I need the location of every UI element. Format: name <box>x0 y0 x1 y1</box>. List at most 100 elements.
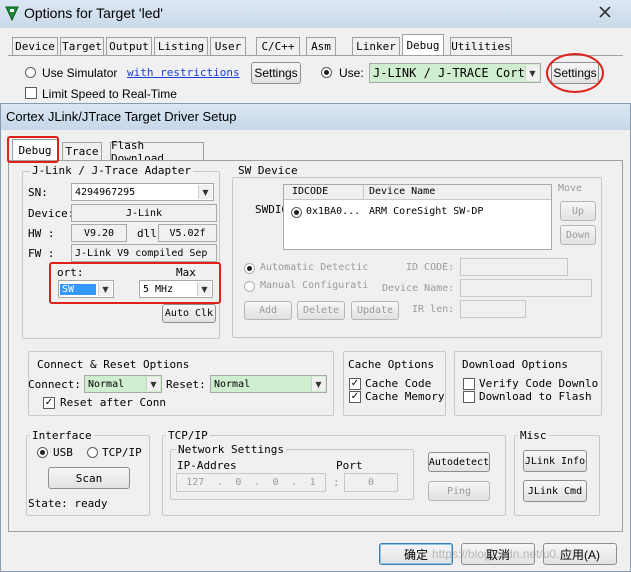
settings-simulator-button[interactable]: Settings <box>251 62 301 84</box>
close-icon[interactable] <box>590 3 620 21</box>
tab-user[interactable]: User <box>210 37 246 55</box>
verify-download-checkbox[interactable] <box>463 378 475 390</box>
debug-tab-highlight <box>7 136 59 163</box>
tab-output[interactable]: Output <box>106 37 152 55</box>
sw-device-group-label: SW Device <box>236 164 300 177</box>
setup-window-title: Cortex JLink/JTrace Target Driver Setup <box>6 109 237 124</box>
tcpip-radio[interactable] <box>87 447 98 458</box>
tcpip-radio-label: TCP/IP <box>102 446 142 459</box>
tab-device[interactable]: Device <box>12 37 58 55</box>
device-row-name: ARM CoreSight SW-DP <box>369 206 484 217</box>
dll-field: V5.02f <box>158 224 217 242</box>
setup-title-bar: Cortex JLink/JTrace Target Driver Setup <box>1 104 630 130</box>
auto-detect-label: Automatic Detectic <box>260 262 369 273</box>
autodetect-button[interactable]: Autodetect <box>428 452 490 472</box>
tab-debug[interactable]: Debug <box>402 34 444 55</box>
download-flash-label: Download to Flash <box>479 390 592 403</box>
adapter-group-label: J-Link / J-Trace Adapter <box>30 164 193 177</box>
jlink-cmd-button[interactable]: JLink Cmd <box>523 480 587 502</box>
cache-memory-label: Cache Memory <box>365 390 445 403</box>
port-speed-highlight <box>49 262 221 304</box>
delete-device-button[interactable]: Delete <box>297 301 345 320</box>
download-flash-checkbox[interactable] <box>463 391 475 403</box>
tcpip-group-label: TCP/IP <box>166 429 210 442</box>
tab-listing[interactable]: Listing <box>154 37 208 55</box>
ip-octet-1: 127 <box>186 477 205 488</box>
ip-address-field[interactable]: 127. 0. 0. 1 <box>176 473 326 492</box>
cache-code-checkbox[interactable]: ✓ <box>349 378 361 390</box>
device-field: J-Link <box>71 204 217 222</box>
usb-radio[interactable] <box>37 447 48 458</box>
watermark-text: https://blog.csdn.net/u0... <box>432 547 567 561</box>
keil-icon <box>4 5 20 22</box>
connect-reset-group-label: Connect & Reset Options <box>35 358 192 371</box>
ir-len-field[interactable] <box>460 300 526 318</box>
hw-field-value: V9.20 <box>83 227 115 239</box>
state-label: State: ready <box>28 497 108 510</box>
reset-after-connect-label: Reset after Conn <box>60 396 166 409</box>
device-row-id: 0x1BA0... <box>306 206 361 217</box>
tab-asm[interactable]: Asm <box>306 37 336 55</box>
cache-options-group-label: Cache Options <box>346 358 437 371</box>
setup-tab-flash-download[interactable]: Flash Download <box>110 139 204 165</box>
jlink-info-button[interactable]: JLink Info <box>523 450 587 472</box>
cache-memory-checkbox[interactable]: ✓ <box>349 391 361 403</box>
options-title-bar: Options for Target 'led' <box>0 0 631 28</box>
options-window: Options for Target 'led' Device Target O… <box>0 0 631 110</box>
chevron-down-icon: ▼ <box>311 377 325 391</box>
fw-field: J-Link V9 compiled Sep <box>71 244 217 262</box>
settings-highlight-circle <box>546 53 604 93</box>
tcp-port-field[interactable]: 0 <box>344 473 398 492</box>
fw-field-value: J-Link V9 compiled Sep <box>75 247 208 259</box>
device-row-radio[interactable] <box>291 207 302 218</box>
sn-select[interactable]: 4294967295 ▼ <box>71 183 214 201</box>
reset-select[interactable]: Normal ▼ <box>210 375 327 393</box>
tab-linker[interactable]: Linker <box>352 37 400 55</box>
tab-content-border <box>8 55 623 56</box>
reset-select-value: Normal <box>214 378 251 390</box>
move-label: Move <box>558 183 583 194</box>
misc-group <box>514 435 600 516</box>
ir-len-label: IR len: <box>412 304 455 315</box>
tab-target[interactable]: Target <box>60 37 104 55</box>
use-driver-radio[interactable] <box>321 67 332 78</box>
driver-select[interactable]: J-LINK / J-TRACE Cortex ▼ <box>369 63 541 83</box>
add-device-button[interactable]: Add <box>244 301 292 320</box>
id-code-field[interactable] <box>460 258 568 276</box>
connect-select[interactable]: Normal ▼ <box>84 375 162 393</box>
auto-clk-button[interactable]: Auto Clk <box>162 304 216 323</box>
driver-select-value: J-LINK / J-TRACE Cortex <box>373 66 540 80</box>
sw-device-list[interactable]: IDCODE Device Name 0x1BA0... ARM CoreSig… <box>283 184 552 250</box>
manual-config-radio[interactable] <box>244 281 255 292</box>
connect-select-value: Normal <box>88 378 125 390</box>
col-divider <box>363 185 364 200</box>
col-device-name: Device Name <box>369 186 436 197</box>
device-field-value: J-Link <box>125 207 163 219</box>
download-options-group-label: Download Options <box>460 358 570 371</box>
interface-group-label: Interface <box>30 429 94 442</box>
ip-octet-3: 0 <box>272 477 279 488</box>
move-up-button[interactable]: Up <box>560 201 596 221</box>
verify-download-label: Verify Code Downlo <box>479 377 599 390</box>
move-down-button[interactable]: Down <box>560 225 596 245</box>
with-restrictions-link[interactable]: with restrictions <box>127 66 240 79</box>
manual-config-label: Manual Configurati <box>260 280 369 291</box>
chevron-down-icon: ▼ <box>525 65 539 81</box>
limit-speed-checkbox[interactable] <box>25 87 37 99</box>
tab-utilities[interactable]: Utilities <box>450 37 512 55</box>
limit-speed-label: Limit Speed to Real-Time <box>42 87 177 101</box>
fw-label: FW : <box>28 247 55 260</box>
port-separator: : <box>333 476 340 489</box>
sn-select-value: 4294967295 <box>75 186 136 198</box>
use-simulator-label: Use Simulator <box>42 66 118 80</box>
ip-address-label: IP-Addres <box>177 459 237 472</box>
use-simulator-radio[interactable] <box>25 67 36 78</box>
auto-detect-radio[interactable] <box>244 263 255 274</box>
device-name-field[interactable] <box>460 279 592 297</box>
update-device-button[interactable]: Update <box>351 301 399 320</box>
scan-button[interactable]: Scan <box>48 467 130 489</box>
setup-tab-trace[interactable]: Trace <box>62 142 102 160</box>
ping-button[interactable]: Ping <box>428 481 490 501</box>
tab-cpp[interactable]: C/C++ <box>256 37 300 55</box>
reset-after-connect-checkbox[interactable]: ✓ <box>43 397 55 409</box>
